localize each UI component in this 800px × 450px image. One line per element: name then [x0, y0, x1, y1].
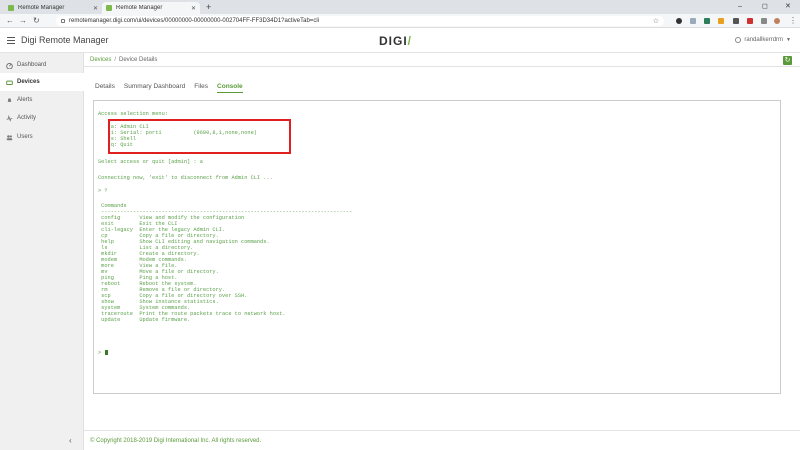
profile-avatar[interactable]	[774, 18, 780, 24]
digi-logo: DIGI/	[379, 34, 412, 48]
address-bar[interactable]: remotemanager.digi.com/ui/devices/000000…	[56, 16, 664, 26]
browser-tab-active[interactable]: Remote Manager ✕	[102, 2, 200, 14]
browser-tab[interactable]: Remote Manager ✕	[4, 2, 102, 14]
breadcrumb-current: Device Details	[119, 56, 158, 63]
tab-console[interactable]: Console	[217, 83, 243, 93]
lock-icon	[61, 19, 65, 23]
sidebar-item-dashboard[interactable]: Dashboard	[0, 56, 84, 74]
extension-icon[interactable]	[718, 18, 724, 24]
extension-icon[interactable]	[733, 18, 739, 24]
digi-favicon-icon	[8, 5, 14, 11]
app-header: Digi Remote Manager DIGI/ randallkerrdrm…	[0, 29, 800, 53]
extension-icon[interactable]	[704, 18, 710, 24]
sidebar-item-label: Users	[17, 134, 33, 140]
console-line: Access selection menu:	[98, 111, 168, 117]
caret-down-icon: ▼	[786, 37, 791, 43]
extension-icon[interactable]	[761, 18, 767, 24]
console-line: q: Quit	[98, 142, 133, 148]
close-window-button[interactable]: ✕	[785, 1, 791, 13]
close-icon[interactable]: ✕	[93, 5, 98, 12]
digi-favicon-icon	[106, 5, 112, 11]
extension-icon[interactable]	[676, 18, 682, 24]
logo-text: DIGI	[379, 34, 408, 48]
console-line: >	[98, 350, 105, 356]
sidebar-item-devices[interactable]: Devices	[0, 73, 84, 91]
user-menu[interactable]: randallkerrdrm ▼	[735, 37, 791, 43]
forward-arrow-icon[interactable]: →	[19, 15, 27, 27]
console-line: Connecting now, 'exit' to disconnect fro…	[98, 175, 273, 181]
username: randallkerrdrm	[744, 37, 784, 43]
activity-icon	[6, 114, 13, 122]
close-icon[interactable]: ✕	[191, 5, 196, 12]
console-line: update Update firmware.	[98, 317, 191, 323]
browser-toolbar: ← → ↻ remotemanager.digi.com/ui/devices/…	[0, 14, 800, 28]
user-icon	[735, 37, 742, 43]
console-line: Select access or quit [admin] : a	[98, 159, 203, 165]
app-title: Digi Remote Manager	[21, 35, 109, 45]
sidebar-item-alerts[interactable]: Alerts	[0, 91, 84, 109]
bell-icon	[7, 97, 12, 102]
minimize-button[interactable]: –	[738, 1, 742, 13]
refresh-button[interactable]: ↻	[783, 56, 792, 65]
browser-tab-label: Remote Manager	[18, 5, 65, 11]
cli-console[interactable]: Access selection menu: a: Admin CLI 1: S…	[93, 100, 781, 394]
extension-icon[interactable]	[747, 18, 753, 24]
url-text: remotemanager.digi.com/ui/devices/000000…	[69, 18, 319, 24]
extension-icon[interactable]	[690, 18, 696, 24]
maximize-button[interactable]: ◻	[762, 1, 768, 13]
copyright-text: © Copyright 2018-2019 Digi International…	[90, 437, 262, 444]
console-cursor	[105, 350, 108, 355]
sidebar-item-users[interactable]: Users	[0, 128, 84, 146]
logo-mark-icon: /	[407, 34, 413, 48]
tab-details[interactable]: Details	[95, 83, 115, 93]
console-line: > ?	[98, 188, 108, 194]
sidebar-item-label: Alerts	[17, 97, 33, 103]
tab-summary-dashboard[interactable]: Summary Dashboard	[124, 83, 185, 93]
browser-menu-icon[interactable]: ⋮	[789, 15, 797, 27]
back-arrow-icon[interactable]: ←	[6, 15, 14, 27]
breadcrumb: Devices / Device Details ↻	[84, 53, 800, 67]
tab-files[interactable]: Files	[194, 83, 208, 93]
sidebar-item-activity[interactable]: Activity	[0, 109, 84, 127]
sidebar-item-label: Devices	[17, 79, 40, 85]
footer: © Copyright 2018-2019 Digi International…	[84, 430, 800, 450]
hamburger-menu-icon[interactable]	[7, 37, 15, 44]
refresh-icon: ↻	[784, 57, 791, 64]
dashboard-icon	[6, 62, 13, 69]
sidebar-item-label: Activity	[17, 115, 37, 121]
collapse-sidebar-button[interactable]: ‹	[69, 436, 72, 445]
new-tab-button[interactable]: +	[206, 2, 211, 13]
users-icon	[6, 134, 13, 140]
breadcrumb-separator: /	[114, 56, 117, 63]
bookmark-star-icon[interactable]: ☆	[653, 17, 659, 25]
browser-tab-strip: Remote Manager ✕ Remote Manager ✕ + – ◻ …	[0, 0, 800, 14]
device-tabs: Details Summary Dashboard Files Console	[95, 83, 252, 93]
devices-icon	[6, 80, 13, 85]
breadcrumb-devices-link[interactable]: Devices	[90, 57, 111, 63]
browser-tab-label: Remote Manager	[116, 5, 163, 11]
reload-icon[interactable]: ↻	[33, 15, 40, 27]
sidebar: Dashboard Devices Alerts Activity Users …	[0, 53, 84, 450]
sidebar-item-label: Dashboard	[17, 62, 47, 68]
